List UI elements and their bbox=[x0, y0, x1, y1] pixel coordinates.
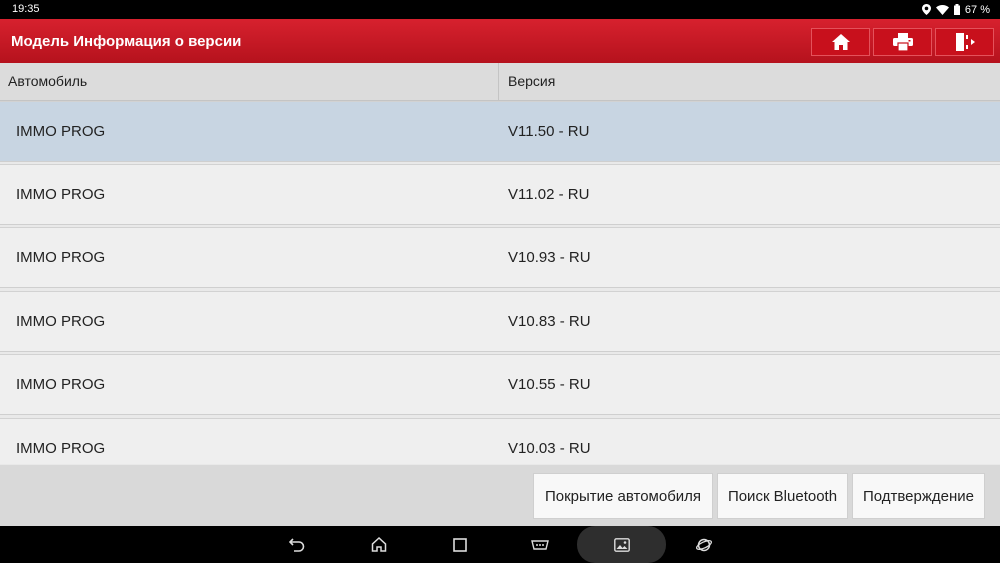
table-row[interactable]: IMMO PROG V11.50 - RU bbox=[0, 101, 1000, 162]
confirm-button[interactable]: Подтверждение bbox=[852, 473, 985, 519]
table-row[interactable]: IMMO PROG V10.93 - RU bbox=[0, 227, 1000, 288]
vehicle-cell: IMMO PROG bbox=[16, 313, 106, 330]
vehicle-cell: IMMO PROG bbox=[16, 376, 106, 393]
version-cell: V10.55 - RU bbox=[508, 376, 591, 393]
nav-back-button[interactable] bbox=[279, 526, 315, 563]
bluetooth-search-button[interactable]: Поиск Bluetooth bbox=[717, 473, 848, 519]
exit-button[interactable] bbox=[935, 28, 994, 56]
table-row[interactable]: IMMO PROG V10.55 - RU bbox=[0, 354, 1000, 415]
column-header-version: Версия bbox=[508, 73, 556, 89]
page-title: Модель Информация о версии bbox=[11, 33, 242, 50]
home-icon bbox=[371, 537, 387, 552]
location-icon bbox=[921, 4, 931, 15]
gallery-icon bbox=[613, 537, 630, 552]
wifi-icon bbox=[935, 4, 949, 15]
version-cell: V10.93 - RU bbox=[508, 249, 591, 266]
column-header-vehicle: Автомобиль bbox=[0, 63, 499, 100]
table-row[interactable]: IMMO PROG V10.03 - RU bbox=[0, 418, 1000, 464]
status-bar: 19:35 67 % bbox=[0, 0, 1000, 19]
version-cell: V10.03 - RU bbox=[508, 440, 591, 457]
version-cell: V10.83 - RU bbox=[508, 313, 591, 330]
nav-home-button[interactable] bbox=[361, 526, 397, 563]
nav-gallery-button[interactable] bbox=[577, 526, 666, 563]
action-bar: Покрытие автомобиля Поиск Bluetooth Подт… bbox=[0, 465, 1000, 526]
nav-vci-button[interactable] bbox=[522, 526, 558, 563]
version-list[interactable]: IMMO PROG V11.50 - RU IMMO PROG V11.02 -… bbox=[0, 101, 1000, 464]
battery-icon bbox=[953, 4, 960, 15]
vehicle-coverage-button[interactable]: Покрытие автомобиля bbox=[533, 473, 713, 519]
vci-icon bbox=[531, 539, 549, 550]
title-bar: Модель Информация о версии bbox=[0, 19, 1000, 63]
version-cell: V11.02 - RU bbox=[508, 186, 590, 203]
exit-icon bbox=[955, 33, 975, 51]
vehicle-cell: IMMO PROG bbox=[16, 123, 106, 140]
print-icon bbox=[892, 33, 913, 51]
browser-icon bbox=[696, 538, 712, 551]
table-row[interactable]: IMMO PROG V10.83 - RU bbox=[0, 291, 1000, 352]
table-header: Автомобиль Версия bbox=[0, 63, 1000, 101]
back-icon bbox=[289, 537, 305, 552]
home-button[interactable] bbox=[811, 28, 870, 56]
battery-percent: 67 % bbox=[964, 3, 990, 16]
version-cell: V11.50 - RU bbox=[508, 123, 590, 140]
vehicle-cell: IMMO PROG bbox=[16, 249, 106, 266]
nav-browser-button[interactable] bbox=[686, 526, 722, 563]
vehicle-cell: IMMO PROG bbox=[16, 186, 106, 203]
status-time: 19:35 bbox=[12, 3, 40, 15]
nav-recents-button[interactable] bbox=[442, 526, 478, 563]
status-icons: 67 % bbox=[921, 2, 990, 17]
vehicle-cell: IMMO PROG bbox=[16, 440, 106, 457]
home-icon bbox=[831, 34, 850, 50]
recents-icon bbox=[453, 537, 467, 552]
table-row[interactable]: IMMO PROG V11.02 - RU bbox=[0, 164, 1000, 225]
print-button[interactable] bbox=[873, 28, 932, 56]
system-nav-bar bbox=[0, 526, 1000, 563]
